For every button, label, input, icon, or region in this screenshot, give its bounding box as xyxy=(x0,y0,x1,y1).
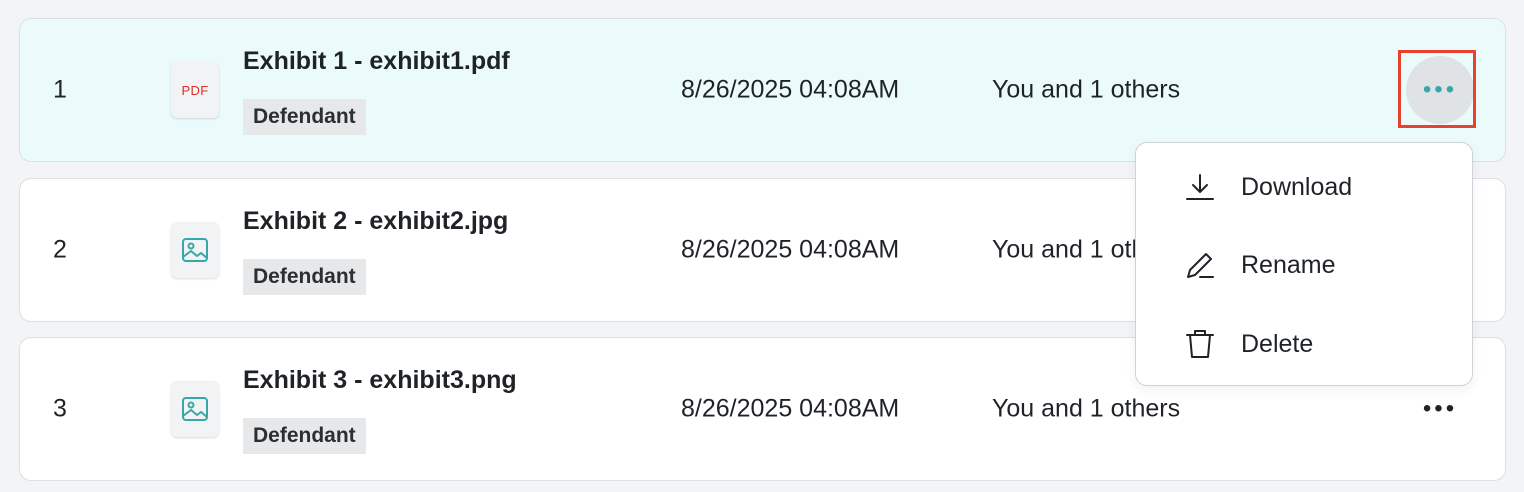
party-badge: Defendant xyxy=(243,418,366,454)
menu-item-download[interactable]: Download xyxy=(1136,157,1472,217)
pencil-icon xyxy=(1187,253,1214,278)
date-modified: 8/26/2025 04:08AM xyxy=(681,394,900,423)
context-menu: Download Rename Delete xyxy=(1135,142,1473,386)
menu-item-label: Download xyxy=(1241,172,1353,201)
party-badge: Defendant xyxy=(243,99,366,135)
party-badge: Defendant xyxy=(243,259,366,295)
pdf-icon-label: PDF xyxy=(181,82,209,98)
date-modified: 8/26/2025 04:08AM xyxy=(681,235,900,264)
menu-item-rename[interactable]: Rename xyxy=(1136,235,1472,295)
file-title[interactable]: Exhibit 2 - exhibit2.jpg xyxy=(243,207,508,236)
ellipsis-icon: ••• xyxy=(1422,395,1458,422)
file-title[interactable]: Exhibit 3 - exhibit3.png xyxy=(243,366,517,395)
pdf-icon: PDF xyxy=(171,62,219,118)
download-icon xyxy=(1186,174,1214,200)
image-icon xyxy=(171,381,219,437)
file-title[interactable]: Exhibit 1 - exhibit1.pdf xyxy=(243,47,510,76)
row-index: 3 xyxy=(53,394,67,423)
table-row[interactable]: 1 PDF Exhibit 1 - exhibit1.pdf Defendant… xyxy=(19,18,1506,162)
shared-with: You and 1 others xyxy=(992,394,1181,423)
menu-item-label: Rename xyxy=(1241,250,1336,279)
trash-icon xyxy=(1186,330,1214,358)
highlight-box xyxy=(1398,50,1476,128)
row-index: 2 xyxy=(53,235,67,264)
shared-with: You and 1 others xyxy=(992,75,1181,104)
menu-item-label: Delete xyxy=(1241,329,1314,358)
image-icon xyxy=(171,222,219,278)
menu-item-delete[interactable]: Delete xyxy=(1136,314,1472,374)
date-modified: 8/26/2025 04:08AM xyxy=(681,75,900,104)
row-index: 1 xyxy=(53,75,67,104)
